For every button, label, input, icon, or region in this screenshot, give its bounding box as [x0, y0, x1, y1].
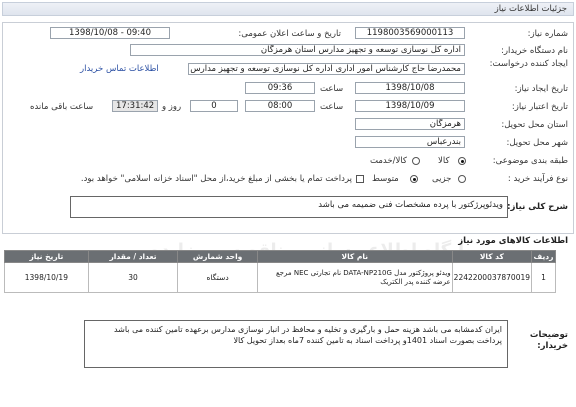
city-field: بندرعباس [355, 136, 465, 148]
announce-label: تاریخ و ساعت اعلان عمومی: [238, 29, 341, 39]
cell-name: ویدئو پروژکتور مدل DATA-NP210G نام تجارت… [256, 262, 453, 293]
col-name: نام کالا [256, 250, 453, 263]
purchase-medium-label: متوسط [372, 174, 399, 184]
buyer-notes-text: ایران کدمشابه می باشد هزینه حمل و بارگیر… [113, 325, 502, 345]
province-label: استان محل تحویل: [501, 120, 568, 130]
create-date-label: تاریخ ایجاد نیاز: [514, 84, 568, 94]
create-date-field: 1398/10/08 [355, 82, 465, 94]
remaining-days-field: 0 [190, 100, 238, 112]
buyer-field: اداره کل نوسازی توسعه و تجهیز مدارس استا… [130, 44, 465, 56]
col-qty: تعداد / مقدار [87, 250, 179, 263]
summary-box: ویدئوپرژکتور با پرده مشخصات فنی ضمیمه می… [70, 196, 508, 218]
col-unit: واحد شمارش [177, 250, 258, 263]
payment-note: پرداخت تمام یا بخشی از مبلغ خرید،از محل … [80, 174, 352, 184]
treasury-payment-checkbox[interactable] [356, 175, 364, 183]
category-goods-radio[interactable] [458, 157, 466, 165]
items-section-title: اطلاعات کالاهای مورد نیاز [458, 236, 568, 246]
page-title: جزئیات اطلاعات نیاز [494, 4, 567, 14]
purchase-type-label: نوع فرآیند خرید : [507, 174, 568, 184]
buyer-notes-box: ایران کدمشابه می باشد هزینه حمل و بارگیر… [84, 320, 508, 368]
validity-date-field: 1398/10/09 [355, 100, 465, 112]
validity-label: تاریخ اعتبار نیاز: [511, 102, 568, 112]
create-time-label: ساعت [320, 84, 344, 94]
remaining-label: ساعت باقی مانده [30, 102, 94, 112]
summary-label: شرح کلی نیاز: [507, 202, 568, 212]
creator-field: محمدرضا حاج کارشناس امور اداری اداره کل … [188, 63, 465, 75]
creator-label: ایجاد کننده درخواست: [489, 59, 568, 69]
province-field: هرمزگان [355, 118, 465, 130]
summary-text: ویدئوپرژکتور با پرده مشخصات فنی ضمیمه می… [318, 200, 503, 210]
col-row: ردیف [531, 250, 556, 263]
purchase-partial-label: جزیی [432, 174, 452, 184]
cell-qty: 30 [87, 262, 179, 293]
purchase-partial-radio[interactable] [458, 175, 466, 183]
announce-field: 1398/10/08 - 09:40 [50, 27, 170, 39]
col-date: تاریخ نیاز [4, 250, 89, 263]
purchase-medium-radio[interactable] [410, 175, 418, 183]
items-table-wrap: ردیف کد کالا نام کالا واحد شمارش تعداد /… [4, 250, 556, 293]
cell-row: 1 [531, 262, 556, 293]
need-number-label: شماره نیاز: [527, 29, 568, 39]
items-table: ردیف کد کالا نام کالا واحد شمارش تعداد /… [4, 250, 556, 293]
buyer-notes-label: توضیحات خریدار: [529, 330, 568, 351]
table-row[interactable]: 1 2242200037870019 ویدئو پروژکتور مدل DA… [4, 262, 556, 293]
category-goods-label: کالا [438, 156, 450, 166]
category-service-radio[interactable] [412, 157, 420, 165]
page-header: جزئیات اطلاعات نیاز [2, 2, 574, 16]
items-header-row: ردیف کد کالا نام کالا واحد شمارش تعداد /… [4, 250, 556, 263]
buyer-label: نام دستگاه خریدار: [501, 46, 568, 56]
cell-unit: دستگاه [177, 262, 258, 293]
need-number-field: 1198003569000113 [355, 27, 465, 39]
category-label: طبقه بندی موضوعی: [492, 156, 568, 166]
category-service-label: کالا/خدمت [370, 156, 407, 166]
buyer-contact-link[interactable]: اطلاعات تماس خریدار [80, 64, 159, 74]
create-time-field: 09:36 [245, 82, 315, 94]
cell-date: 1398/10/19 [4, 262, 89, 293]
city-label: شهر محل تحویل: [506, 138, 568, 148]
days-label: روز و [162, 102, 182, 112]
cell-code: 2242200037870019 [451, 262, 533, 293]
remaining-time-field: 17:31:42 [112, 100, 158, 112]
validity-time-field: 08:00 [245, 100, 315, 112]
validity-time-label: ساعت [320, 102, 344, 112]
col-code: کد کالا [451, 250, 533, 263]
